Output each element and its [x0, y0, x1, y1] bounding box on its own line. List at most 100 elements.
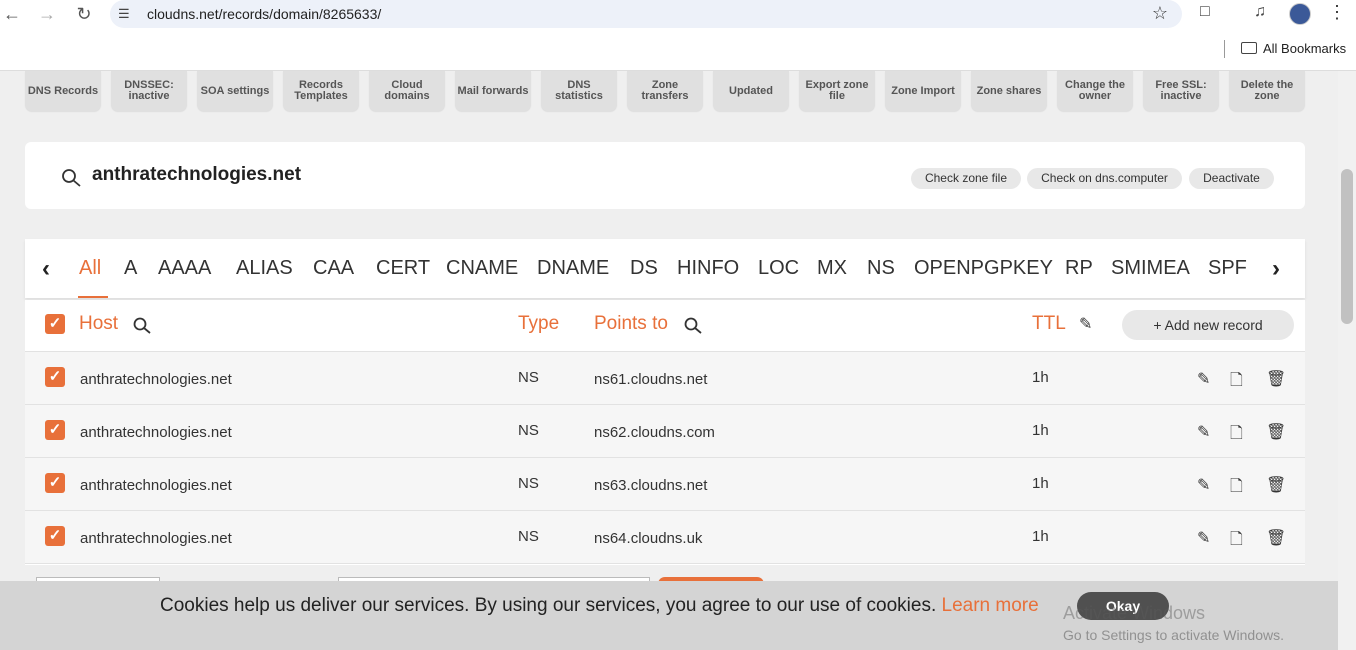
copy-record-icon[interactable]: 🗋 [1230, 422, 1243, 449]
address-bar[interactable]: ☰ cloudns.net/records/domain/8265633/ ☆ [110, 0, 1182, 28]
tile-export-zone-file[interactable]: Export zone file [799, 71, 875, 111]
host-cell: anthratechnologies.net [80, 424, 232, 441]
edit-icon[interactable]: ✎ [1197, 369, 1210, 389]
tab-spf[interactable]: SPF [1208, 257, 1247, 280]
bookmark-star-icon[interactable]: ☆ [1152, 3, 1168, 24]
tile-dns-records[interactable]: DNS Records [25, 71, 101, 111]
tile-label: Records Templates [294, 79, 348, 102]
tab-dname[interactable]: DNAME [537, 257, 609, 280]
copy-record-icon[interactable]: 🗋 [1230, 475, 1243, 502]
points-to-cell: ns62.cloudns.com [594, 424, 715, 441]
tile-zone-transfers[interactable]: Zone transfers [627, 71, 703, 111]
tab-smimea[interactable]: SMIMEA [1111, 257, 1190, 280]
tile-mail-forwards[interactable]: Mail forwards [455, 71, 531, 111]
edit-icon[interactable]: ✎ [1197, 422, 1210, 442]
tab-rp[interactable]: RP [1065, 257, 1093, 280]
tab-hinfo[interactable]: HINFO [677, 257, 739, 280]
select-all-checkbox[interactable]: ✓ [45, 314, 65, 334]
delete-icon[interactable]: 🗑 [1266, 528, 1286, 548]
divider [1224, 40, 1225, 58]
copy-record-icon[interactable]: 🗋 [1230, 528, 1243, 555]
tab-aaaa[interactable]: AAAA [158, 257, 211, 280]
tab-ns[interactable]: NS [867, 257, 895, 280]
row-checkbox[interactable]: ✓ [45, 473, 65, 493]
tile-label: Zone transfers [641, 79, 689, 102]
table-row: ✓ anthratechnologies.net NS ns64.cloudns… [25, 511, 1305, 564]
media-controls-icon[interactable]: ♫ [1254, 3, 1266, 21]
forward-icon[interactable]: → [36, 3, 58, 25]
page-scrollbar[interactable] [1338, 71, 1356, 650]
browser-menu-icon[interactable]: ⋮ [1328, 2, 1346, 23]
active-tab-indicator [78, 296, 108, 298]
tile-label: Change the owner [1065, 79, 1125, 102]
tile-delete-zone[interactable]: Delete the zone [1229, 71, 1305, 111]
tab-mx[interactable]: MX [817, 257, 847, 280]
points-to-search-icon[interactable] [684, 317, 704, 335]
tile-label: Cloud domains [384, 79, 430, 102]
back-icon[interactable]: ← [1, 3, 23, 25]
edit-ttl-icon[interactable]: ✎ [1079, 314, 1092, 334]
learn-more-link[interactable]: Learn more [942, 595, 1039, 616]
all-bookmarks-button[interactable]: All Bookmarks [1241, 41, 1346, 56]
tab-a[interactable]: A [124, 257, 137, 280]
site-settings-icon[interactable]: ☰ [118, 6, 130, 22]
all-bookmarks-label: All Bookmarks [1263, 41, 1347, 56]
copy-record-icon[interactable]: 🗋 [1230, 369, 1243, 396]
ttl-cell: 1h [1032, 528, 1049, 545]
tile-label: DNSSEC: inactive [124, 79, 174, 102]
tab-openpgpkey[interactable]: OPENPGPKEY [914, 257, 1053, 280]
records-table: ✓ Host Type Points to TTL ✎ + Add new re… [25, 300, 1305, 565]
type-header[interactable]: Type [518, 313, 559, 335]
tab-all[interactable]: All [79, 257, 101, 280]
tab-ds[interactable]: DS [630, 257, 658, 280]
tile-dns-statistics[interactable]: DNS statistics [541, 71, 617, 111]
tab-cert[interactable]: CERT [376, 257, 430, 280]
ttl-header[interactable]: TTL [1032, 313, 1066, 335]
tab-alias[interactable]: ALIAS [236, 257, 293, 280]
tile-soa-settings[interactable]: SOA settings [197, 71, 273, 111]
activate-windows-subtitle: Go to Settings to activate Windows. [1063, 627, 1284, 643]
tile-updated[interactable]: Updated [713, 71, 789, 111]
tab-caa[interactable]: CAA [313, 257, 354, 280]
edit-icon[interactable]: ✎ [1197, 475, 1210, 495]
tile-free-ssl[interactable]: Free SSL: inactive [1143, 71, 1219, 111]
tile-records-templates[interactable]: Records Templates [283, 71, 359, 111]
delete-icon[interactable]: 🗑 [1266, 369, 1286, 389]
points-to-header[interactable]: Points to [594, 313, 668, 335]
edit-icon[interactable]: ✎ [1197, 528, 1210, 548]
row-checkbox[interactable]: ✓ [45, 420, 65, 440]
domain-name: anthratechnologies.net [92, 164, 302, 185]
tile-zone-shares[interactable]: Zone shares [971, 71, 1047, 111]
check-zone-file-button[interactable]: Check zone file [911, 168, 1021, 189]
tab-loc[interactable]: LOC [758, 257, 799, 280]
delete-icon[interactable]: 🗑 [1266, 422, 1286, 442]
search-icon[interactable] [61, 168, 83, 188]
chevron-right-icon[interactable]: › [1272, 255, 1280, 283]
row-checkbox[interactable]: ✓ [45, 367, 65, 387]
type-cell: NS [518, 369, 539, 386]
delete-icon[interactable]: 🗑 [1266, 475, 1286, 495]
avatar[interactable] [1289, 3, 1311, 25]
tile-dnssec[interactable]: DNSSEC: inactive [111, 71, 187, 111]
tab-cname[interactable]: CNAME [446, 257, 518, 280]
host-header[interactable]: Host [79, 313, 118, 335]
row-checkbox[interactable]: ✓ [45, 526, 65, 546]
add-record-button[interactable]: + Add new record [1122, 310, 1294, 340]
tile-label: Free SSL: inactive [1155, 79, 1207, 102]
type-cell: NS [518, 475, 539, 492]
tile-zone-import[interactable]: Zone Import [885, 71, 961, 111]
chevron-left-icon[interactable]: ‹ [42, 255, 50, 283]
scrollbar-thumb[interactable] [1341, 169, 1353, 324]
table-header: ✓ Host Type Points to TTL ✎ + Add new re… [25, 300, 1305, 352]
domain-card: anthratechnologies.net Check zone file C… [25, 142, 1305, 209]
host-search-icon[interactable] [133, 317, 153, 335]
deactivate-button[interactable]: Deactivate [1189, 168, 1274, 189]
tile-cloud-domains[interactable]: Cloud domains [369, 71, 445, 111]
record-type-tabs: ‹ All A AAAA ALIAS CAA CERT CNAME DNAME … [25, 239, 1305, 298]
cookie-message: Cookies help us deliver our services. By… [160, 595, 1039, 617]
reload-icon[interactable]: ↻ [73, 3, 95, 25]
check-dns-computer-button[interactable]: Check on dns.computer [1027, 168, 1182, 189]
extensions-icon[interactable]: □ [1200, 3, 1210, 21]
type-cell: NS [518, 528, 539, 545]
tile-change-owner[interactable]: Change the owner [1057, 71, 1133, 111]
